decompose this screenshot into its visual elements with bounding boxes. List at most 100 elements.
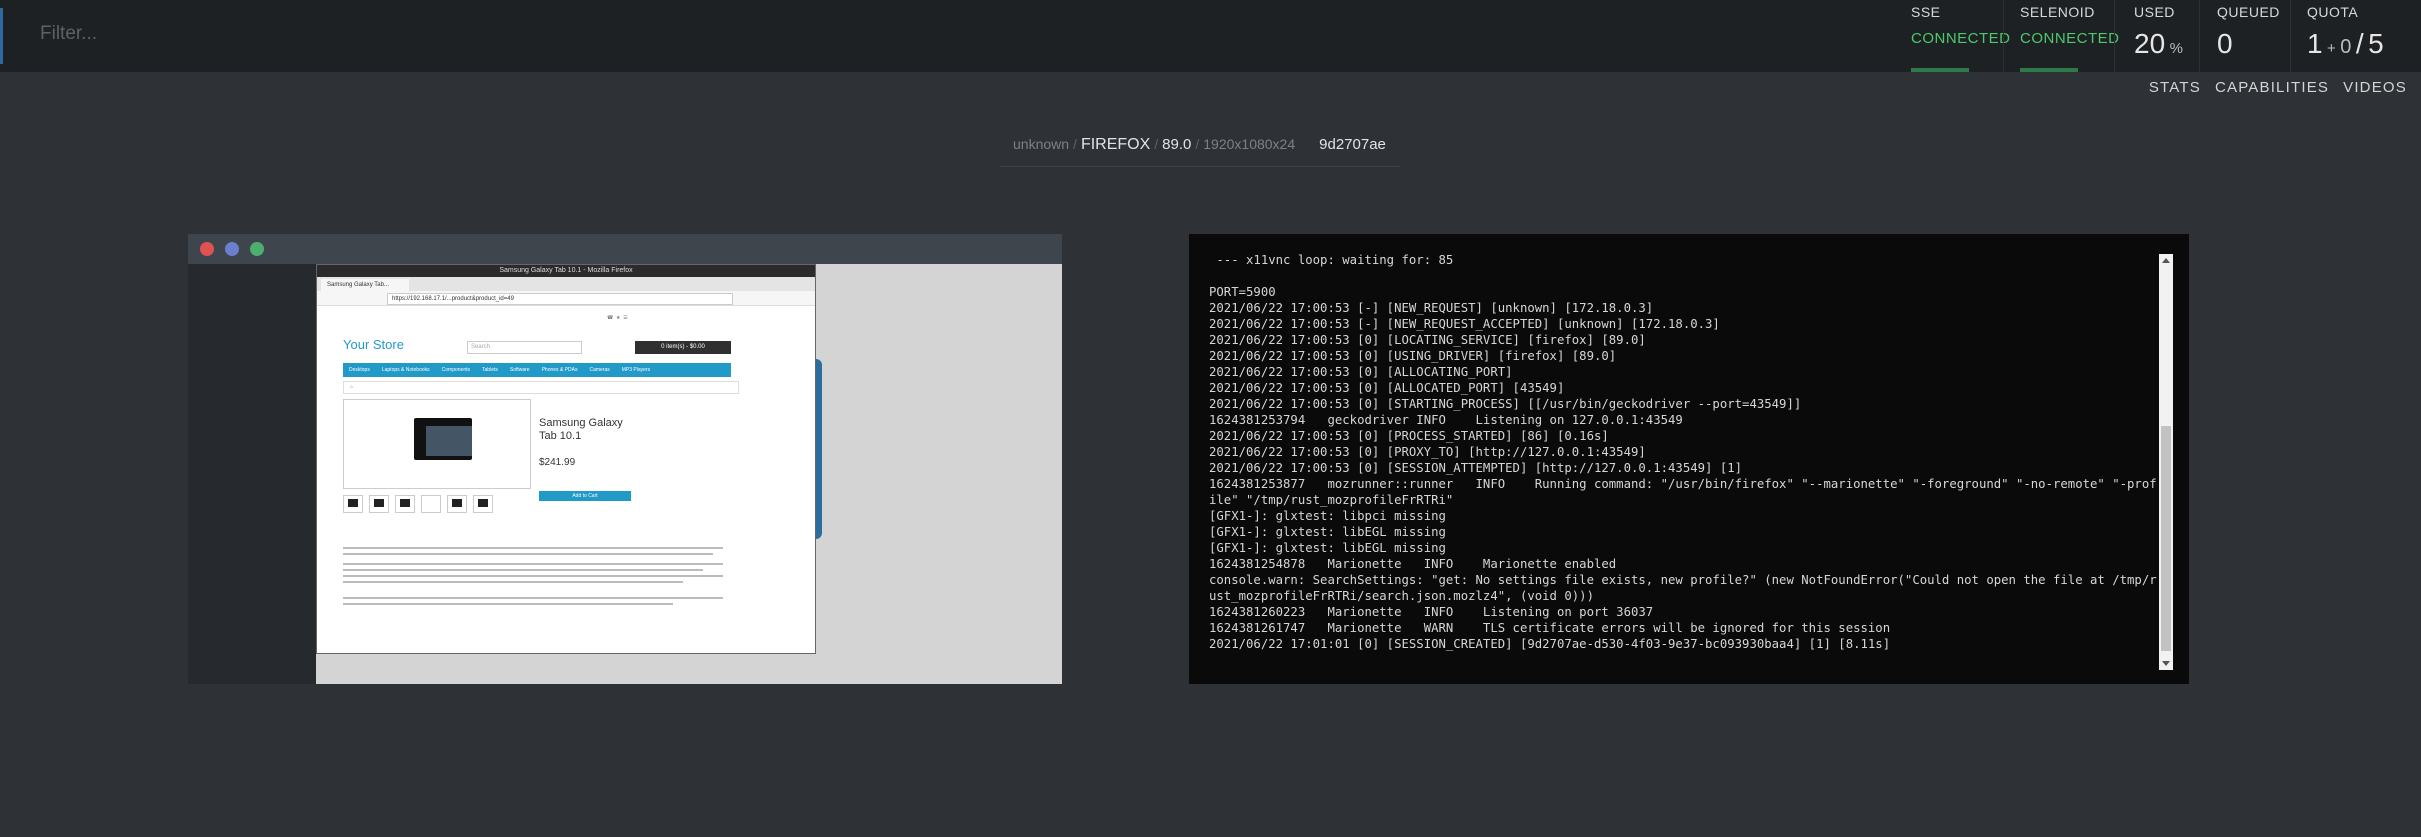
divider [2003, 0, 2004, 72]
description-line [343, 597, 723, 599]
selenoid-label: SELENOID [2020, 4, 2095, 20]
log-line: console.warn: SearchSettings: "get: No s… [1209, 573, 2157, 603]
thumbnail[interactable] [473, 495, 493, 513]
thumbnail[interactable] [369, 495, 389, 513]
log-line: --- x11vnc loop: waiting for: 85 [1209, 253, 1454, 267]
description-line [343, 603, 673, 605]
session-resolution: 1920x1080x24 [1203, 136, 1296, 152]
thumbnail[interactable] [447, 495, 467, 513]
description-line [343, 547, 723, 549]
log-line: 2021/06/22 17:00:53 [0] [PROCESS_STARTED… [1209, 429, 1609, 443]
nav-capabilities-link[interactable]: CAPABILITIES [2215, 79, 2329, 96]
log-line: 2021/06/22 17:00:53 [0] [USING_DRIVER] [… [1209, 349, 1617, 363]
log-line: 2021/06/22 17:00:53 [0] [SESSION_ATTEMPT… [1209, 461, 1743, 475]
quota-stat: QUOTA 1 + 0 / 5 [2307, 0, 2417, 72]
product-price: $241.99 [539, 457, 576, 468]
log-line: [GFX1-]: glxtest: libEGL missing [1209, 541, 1446, 555]
store-menu-item[interactable]: Cameras [583, 363, 615, 377]
thumbnail[interactable] [343, 495, 363, 513]
session-browser: FIREFOX [1080, 136, 1151, 153]
log-line: 2021/06/22 17:00:53 [0] [STARTING_PROCES… [1209, 397, 1802, 411]
log-line: 2021/06/22 17:00:53 [0] [PROXY_TO] [http… [1209, 445, 1646, 459]
sse-underline [1911, 68, 1969, 72]
queued-value: 0 [2217, 28, 2233, 59]
store-menu-item[interactable]: Laptops & Notebooks [376, 363, 436, 377]
used-label: USED [2134, 4, 2175, 20]
log-scrollbar[interactable] [2159, 254, 2173, 670]
selenoid-connected-badge: CONNECTED [2020, 30, 2120, 47]
scroll-thumb[interactable] [2161, 426, 2171, 651]
firefox-urlbar-row: https://192.168.17.1/...product&product_… [317, 291, 815, 306]
description-line [343, 569, 703, 571]
store-menu-item[interactable]: Desktops [343, 363, 376, 377]
description-line [343, 581, 683, 583]
store-page: ☎ ★ ☰ Your Store Search 0 item(s) - $0.0… [317, 307, 815, 653]
add-to-cart-button[interactable]: Add to Cart [539, 491, 631, 501]
vnc-viewer[interactable]: Samsung Galaxy Tab 10.1 - Mozilla Firefo… [188, 234, 1062, 684]
top-nav: STATS CAPABILITIES VIDEOS [2149, 79, 2407, 96]
description-line [343, 563, 723, 565]
selenoid-status: SELENOID CONNECTED [2020, 0, 2119, 72]
firefox-window[interactable]: Samsung Galaxy Tab 10.1 - Mozilla Firefo… [316, 264, 816, 654]
divider [2199, 0, 2200, 72]
log-line: 1624381253794 geckodriver INFO Listening… [1209, 413, 1683, 427]
store-menu-item[interactable]: MP3 Players [616, 363, 656, 377]
quota-value: 1 + 0 / 5 [2307, 28, 2384, 59]
store-search[interactable]: Search [467, 341, 582, 354]
log-line: 1624381260223 Marionette INFO Listening … [1209, 605, 1654, 619]
filter-input[interactable] [38, 18, 442, 50]
filter-accent [0, 8, 3, 64]
queued-stat: QUEUED 0 [2217, 0, 2280, 72]
log-line: 2021/06/22 17:00:53 [0] [ALLOCATED_PORT]… [1209, 381, 1565, 395]
thumbnail[interactable] [395, 495, 415, 513]
nav-stats-link[interactable]: STATS [2149, 79, 2201, 96]
store-menu: Desktops Laptops & Notebooks Components … [343, 363, 731, 377]
product-image[interactable] [343, 399, 531, 489]
store-menu-item[interactable]: Phones & PDAs [536, 363, 584, 377]
nav-videos-link[interactable]: VIDEOS [2343, 79, 2407, 96]
log-line: 1624381261747 Marionette WARN TLS certif… [1209, 621, 1891, 635]
session-log[interactable]: --- x11vnc loop: waiting for: 85 PORT=59… [1189, 234, 2189, 684]
firefox-titlebar: Samsung Galaxy Tab 10.1 - Mozilla Firefo… [317, 265, 815, 277]
firefox-url-field[interactable]: https://192.168.17.1/...product&product_… [387, 293, 733, 305]
log-line: 2021/06/22 17:00:53 [-] [NEW_REQUEST] [u… [1209, 301, 1654, 315]
session-version: 89.0 [1162, 136, 1192, 153]
log-line: 2021/06/22 17:01:01 [0] [SESSION_CREATED… [1209, 637, 1891, 651]
divider [2114, 0, 2115, 72]
store-breadcrumb: ⌂ [343, 381, 739, 394]
log-line: 1624381254878 Marionette INFO Marionette… [1209, 557, 1617, 571]
divider [2290, 0, 2291, 72]
thumbnail[interactable] [421, 495, 441, 513]
log-line: [GFX1-]: glxtest: libpci missing [1209, 509, 1446, 523]
scroll-down-icon[interactable] [2162, 661, 2170, 666]
store-topinfo: ☎ ★ ☰ [607, 315, 628, 321]
session-info: unknown / FIREFOX/89.0/1920x1080x24 9d2707a… [1013, 136, 1386, 153]
close-dot-icon[interactable] [200, 242, 214, 256]
log-line: 2021/06/22 17:00:53 [0] [LOCATING_SERVIC… [1209, 333, 1646, 347]
quota-label: QUOTA [2307, 4, 2359, 20]
session-user: unknown [1013, 136, 1070, 152]
firefox-tab[interactable]: Samsung Galaxy Tab... [321, 279, 409, 291]
used-value: 20 % [2134, 28, 2183, 59]
session-id: 9d2707ae [1319, 136, 1386, 153]
log-line: 2021/06/22 17:00:53 [-] [NEW_REQUEST_ACC… [1209, 317, 1720, 331]
minimize-dot-icon[interactable] [225, 242, 239, 256]
log-line: 1624381253877 mozrunner::runner INFO Run… [1209, 477, 2157, 507]
scroll-up-icon[interactable] [2162, 258, 2170, 263]
log-line: 2021/06/22 17:00:53 [0] [ALLOCATING_PORT… [1209, 365, 1513, 379]
store-menu-item[interactable]: Tablets [476, 363, 504, 377]
sse-status: SSE CONNECTED [1911, 0, 2010, 72]
store-logo[interactable]: Your Store [343, 337, 404, 352]
desktop-edge-decoration [816, 359, 822, 539]
description-line [343, 575, 723, 577]
log-line: [GFX1-]: glxtest: libEGL missing [1209, 525, 1446, 539]
maximize-dot-icon[interactable] [250, 242, 264, 256]
store-menu-item[interactable]: Components [436, 363, 476, 377]
queued-label: QUEUED [2217, 4, 2280, 20]
firefox-tabrow: Samsung Galaxy Tab... [317, 277, 815, 291]
session-info-divider [1000, 166, 1400, 167]
store-cart-button[interactable]: 0 item(s) - $0.00 [635, 341, 731, 354]
vnc-screen[interactable]: Samsung Galaxy Tab 10.1 - Mozilla Firefo… [316, 264, 1062, 684]
store-menu-item[interactable]: Software [504, 363, 536, 377]
used-stat: USED 20 % [2134, 0, 2194, 72]
